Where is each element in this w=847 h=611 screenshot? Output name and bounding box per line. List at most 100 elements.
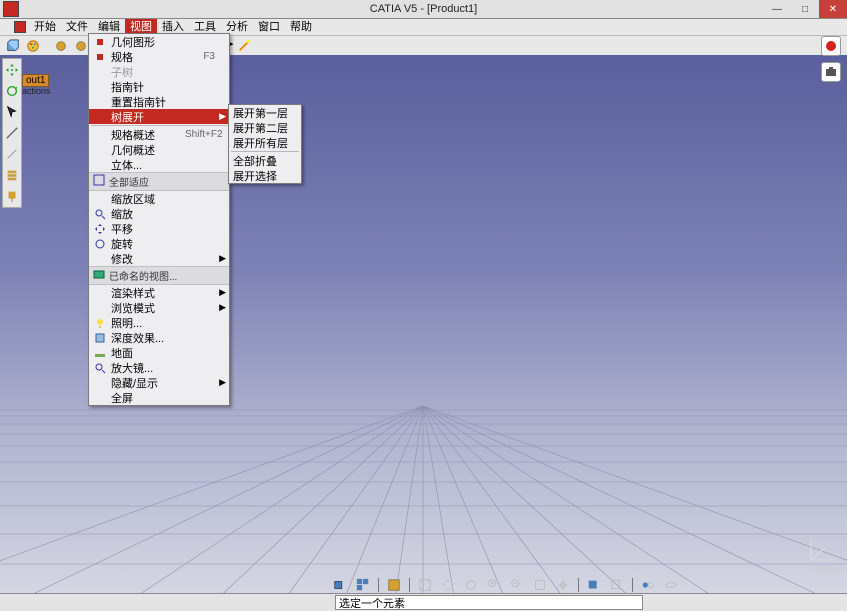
- blank-icon: [93, 252, 107, 266]
- titlebar: CATIA V5 - [Product1] — □ ✕: [0, 0, 847, 19]
- submenu-expand-l2[interactable]: 展开第二层: [229, 120, 301, 135]
- window-buttons: — □ ✕: [763, 0, 847, 18]
- rotate-view-icon[interactable]: [461, 576, 481, 594]
- depth-icon: [93, 331, 107, 345]
- submenu-expand-selection[interactable]: 展开选择: [229, 168, 301, 183]
- menu-item-label: 展开所有层: [233, 135, 288, 151]
- menu-item-label: 立体...: [111, 157, 215, 173]
- camera-icon[interactable]: [821, 62, 841, 82]
- menu-item-spec[interactable]: 规格 F3: [89, 49, 229, 64]
- menu-item-browse-mode[interactable]: 浏览模式 ▶: [89, 300, 229, 315]
- toolbar-separator: [578, 578, 579, 592]
- menu-item-label: 地面: [111, 345, 215, 361]
- view-iso-icon[interactable]: [330, 576, 350, 594]
- menu-help[interactable]: 帮助: [285, 19, 317, 35]
- toolbar-separator: [378, 578, 379, 592]
- probe-tool-icon[interactable]: [3, 187, 21, 205]
- submenu-arrow-icon: ▶: [219, 377, 226, 388]
- blank-icon: [93, 192, 107, 206]
- tool-palette-icon[interactable]: [24, 37, 42, 55]
- menu-item-label: 渲染样式: [111, 285, 215, 301]
- menu-item-ground[interactable]: 地面: [89, 345, 229, 360]
- wire-icon[interactable]: [607, 576, 627, 594]
- line-tool-icon[interactable]: [3, 145, 21, 163]
- fitall-icon[interactable]: [415, 576, 435, 594]
- blank-icon: [93, 80, 107, 94]
- blank-icon: [93, 376, 107, 390]
- menu-item-subtree[interactable]: 子树: [89, 64, 229, 79]
- status-bar: [0, 593, 847, 611]
- blank-icon: [93, 391, 107, 405]
- blank-icon: [93, 158, 107, 172]
- menu-item-rotate[interactable]: 旋转: [89, 236, 229, 251]
- maximize-button[interactable]: □: [791, 0, 819, 18]
- menu-item-render-style[interactable]: 渲染样式 ▶: [89, 285, 229, 300]
- tool-gear1-icon[interactable]: [52, 37, 70, 55]
- pointer-tool-icon[interactable]: [3, 103, 21, 121]
- menu-item-label: 缩放区域: [111, 191, 215, 207]
- move-tool-icon[interactable]: [3, 61, 21, 79]
- views-icon: [93, 268, 105, 283]
- stop-record-icon[interactable]: [821, 36, 841, 56]
- menu-item-reset-compass[interactable]: 重置指南针: [89, 94, 229, 109]
- pan-icon[interactable]: [438, 576, 458, 594]
- menu-item-zoom[interactable]: 缩放: [89, 206, 229, 221]
- command-input[interactable]: [335, 595, 643, 610]
- menu-item-modify[interactable]: 修改 ▶: [89, 251, 229, 266]
- menu-item-label: 平移: [111, 221, 215, 237]
- zoomin-icon[interactable]: [484, 576, 504, 594]
- menu-header-named-views[interactable]: 已命名的视图...: [89, 266, 229, 285]
- menu-window[interactable]: 窗口: [253, 19, 285, 35]
- pan-icon: [93, 222, 107, 236]
- catalog-icon[interactable]: [384, 576, 404, 594]
- menu-item-spec-overview[interactable]: 规格概述 Shift+F2: [89, 127, 229, 142]
- menu-header-fitall[interactable]: 全部适应: [89, 172, 229, 191]
- menu-item-pan[interactable]: 平移: [89, 221, 229, 236]
- zoom-icon: [93, 207, 107, 221]
- tree-node-child[interactable]: actions: [22, 86, 51, 96]
- menu-item-stereo[interactable]: 立体...: [89, 157, 229, 172]
- close-button[interactable]: ✕: [819, 0, 847, 18]
- menu-item-depth[interactable]: 深度效果...: [89, 330, 229, 345]
- menu-item-lighting[interactable]: 照明...: [89, 315, 229, 330]
- zoomout-icon[interactable]: [507, 576, 527, 594]
- menu-item-geom-overview[interactable]: 几何概述: [89, 142, 229, 157]
- menu-item-tree-expand[interactable]: 树展开 ▶: [89, 109, 229, 124]
- submenu-collapse-all[interactable]: 全部折叠: [229, 153, 301, 168]
- submenu-expand-l1[interactable]: 展开第一层: [229, 105, 301, 120]
- menu-item-fullscreen[interactable]: 全屏: [89, 390, 229, 405]
- menu-item-label: 浏览模式: [111, 300, 215, 316]
- swap-vis-icon[interactable]: [638, 576, 658, 594]
- submenu-expand-all[interactable]: 展开所有层: [229, 135, 301, 150]
- shade-icon[interactable]: [584, 576, 604, 594]
- red-dot-icon: [93, 50, 107, 64]
- menu-item-hide-show[interactable]: 隐藏/显示 ▶: [89, 375, 229, 390]
- tool-wand-icon[interactable]: [236, 36, 254, 54]
- blank-icon: [93, 65, 107, 79]
- menu-shortcut: Shift+F2: [185, 129, 223, 140]
- menu-item-compass[interactable]: 指南针: [89, 79, 229, 94]
- menu-start[interactable]: 开始: [29, 19, 61, 35]
- blank-icon: [93, 301, 107, 315]
- look-at-icon[interactable]: [553, 576, 573, 594]
- submenu-arrow-icon: ▶: [219, 111, 226, 122]
- menu-item-magnifier[interactable]: 放大镜...: [89, 360, 229, 375]
- menu-shortcut: F3: [203, 51, 215, 62]
- view-multi-icon[interactable]: [353, 576, 373, 594]
- menu-item-geometry[interactable]: 几何图形: [89, 34, 229, 49]
- menu-item-label: 规格: [111, 49, 173, 65]
- normal-view-icon[interactable]: [530, 576, 550, 594]
- submenu-arrow-icon: ▶: [219, 302, 226, 313]
- menu-item-label: 展开第一层: [233, 105, 288, 121]
- menu-item-zoom-area[interactable]: 缩放区域: [89, 191, 229, 206]
- minimize-button[interactable]: —: [763, 0, 791, 18]
- rotate-icon: [93, 237, 107, 251]
- rotate-tool-icon[interactable]: [3, 82, 21, 100]
- bottom-toolbar: [330, 576, 681, 594]
- measure-tool-icon[interactable]: [3, 124, 21, 142]
- stack-tool-icon[interactable]: [3, 166, 21, 184]
- axis-compass-icon[interactable]: [807, 534, 837, 564]
- hide-icon[interactable]: [661, 576, 681, 594]
- tool-cube-icon[interactable]: [4, 37, 22, 55]
- menu-item-label: 全屏: [111, 390, 215, 406]
